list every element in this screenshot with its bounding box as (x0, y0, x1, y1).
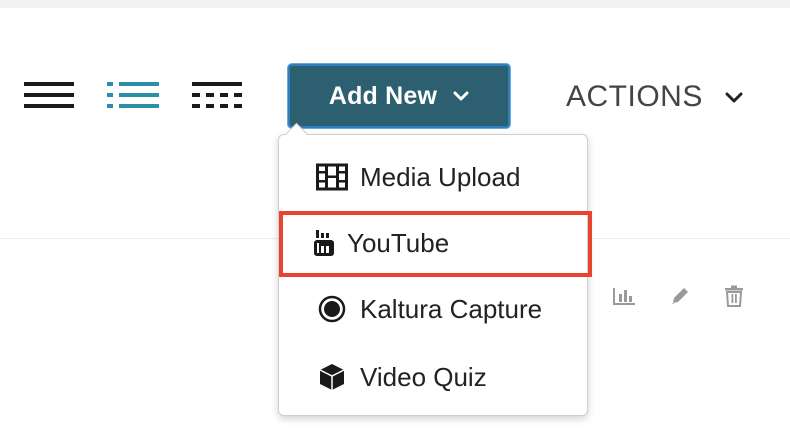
menu-item-kaltura-capture[interactable]: Kaltura Capture (279, 279, 587, 339)
menu-item-youtube[interactable]: YouTube (279, 213, 587, 273)
menu-item-media-upload[interactable]: Media Upload (279, 147, 587, 207)
chevron-down-icon (453, 90, 469, 102)
add-new-label: Add New (328, 81, 438, 110)
delete-icon (725, 285, 743, 307)
cube-icon (312, 363, 352, 391)
menu-item-label: YouTube (347, 227, 450, 258)
top-strip (0, 0, 790, 8)
stats-button[interactable] (610, 283, 638, 309)
list-view-icon (24, 82, 74, 108)
actions-menu-button[interactable]: ACTIONS (566, 74, 743, 120)
menu-item-video-quiz[interactable]: Video Quiz (279, 347, 587, 407)
actions-label: ACTIONS (566, 80, 703, 113)
edit-button[interactable] (666, 283, 694, 309)
record-icon (312, 295, 352, 323)
menu-item-label: Kaltura Capture (360, 293, 543, 324)
film-icon (312, 163, 352, 191)
add-new-button[interactable]: Add New (288, 64, 510, 128)
grid-view-icon (192, 82, 242, 108)
youtube-icon (309, 229, 339, 257)
edit-icon (672, 288, 688, 304)
menu-item-label: Media Upload (360, 161, 521, 192)
list-view-button[interactable] (24, 78, 74, 114)
menu-item-label: Video Quiz (360, 361, 487, 392)
add-new-dropdown-menu: Media Upload YouTube Kaltura Capture Vid… (278, 134, 588, 416)
grid-view-button[interactable] (192, 78, 242, 114)
chevron-down-icon (725, 91, 743, 103)
detailed-view-icon (107, 82, 159, 108)
stats-icon (613, 288, 635, 305)
detailed-view-button[interactable] (107, 78, 159, 114)
delete-button[interactable] (720, 283, 748, 309)
